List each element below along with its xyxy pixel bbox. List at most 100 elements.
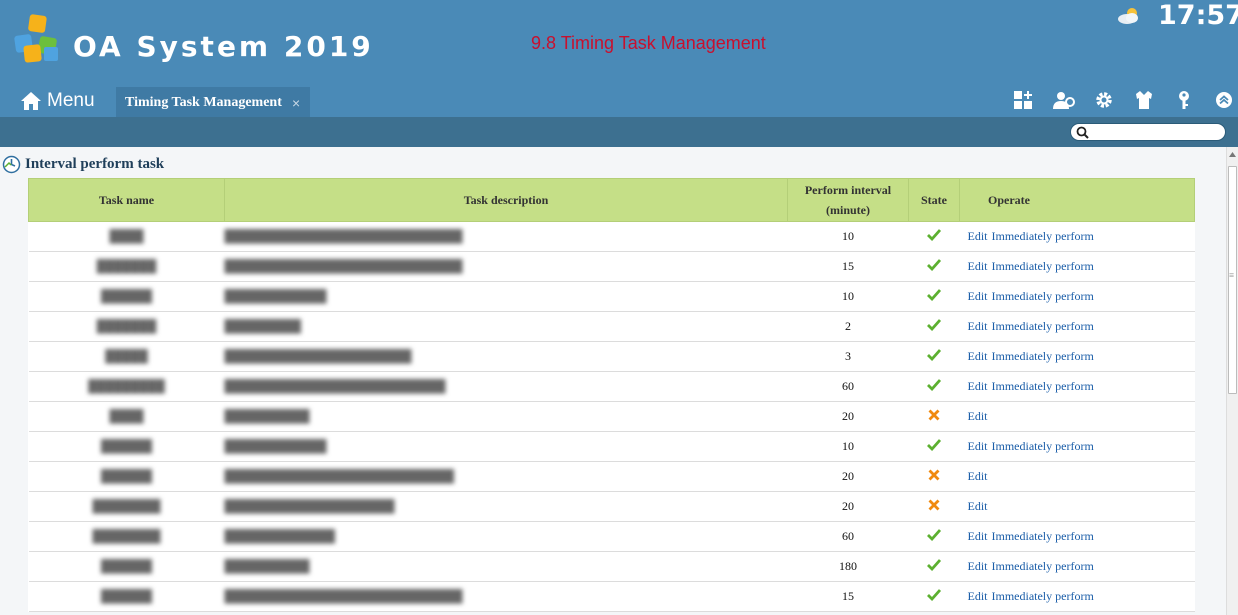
operate-cell: Edit Immediately perform (959, 371, 1195, 402)
perform-interval: 10 (787, 221, 909, 252)
state-cell (908, 461, 960, 492)
table-row: ██████ ████████████ 10 Edit Immediately perf… (28, 281, 1195, 312)
check-icon (927, 318, 942, 331)
column-header-perform-interval[interactable]: Perform interval (minute) (787, 178, 909, 222)
immediately-perform-link[interactable]: Immediately perform (992, 349, 1094, 363)
task-description-cell: ██████████ (224, 401, 788, 432)
section-header: Interval perform task (2, 155, 164, 174)
edit-link[interactable]: Edit (968, 469, 988, 483)
task-name-cell: █████ (28, 341, 225, 372)
table-header-row: Task name Task description Perform inter… (28, 178, 1195, 222)
scrollbar-thumb[interactable] (1228, 166, 1237, 394)
immediately-perform-link[interactable]: Immediately perform (992, 259, 1094, 273)
task-name: █████ (105, 349, 148, 363)
close-tab-icon[interactable]: × (292, 87, 300, 119)
operate-cell: Edit Immediately perform (959, 251, 1195, 282)
edit-link[interactable]: Edit (968, 289, 988, 303)
task-description: ████████████████████████████ (224, 259, 463, 273)
immediately-perform-link[interactable]: Immediately perform (992, 229, 1094, 243)
search-input[interactable] (1093, 125, 1221, 139)
task-description: ████████████████████████████ (224, 589, 463, 603)
task-description: ████████████ (224, 289, 327, 303)
collapse-up-icon[interactable] (1210, 88, 1237, 112)
task-name-cell: ███████ (28, 251, 225, 282)
immediately-perform-link[interactable]: Immediately perform (992, 439, 1094, 453)
edit-link[interactable]: Edit (968, 379, 988, 393)
state-cell (908, 431, 960, 462)
check-icon (927, 288, 942, 301)
immediately-perform-link[interactable]: Immediately perform (992, 589, 1094, 603)
edit-link[interactable]: Edit (968, 319, 988, 333)
table-row: █████████ ██████████████████████████ 60 Edi… (28, 371, 1195, 402)
task-description: ██████████████████████ (224, 349, 412, 363)
edit-link[interactable]: Edit (968, 259, 988, 273)
task-name-cell: ████████ (28, 521, 225, 552)
edit-link[interactable]: Edit (968, 499, 988, 513)
task-description: ████████████ (224, 439, 327, 453)
state-cell (908, 221, 960, 252)
immediately-perform-link[interactable]: Immediately perform (992, 289, 1094, 303)
tab-timing-task-management[interactable]: Timing Task Management × (116, 87, 310, 117)
search-icon (1076, 126, 1089, 139)
table-row: ██████ ██████████ 180 Edit Immediately perfo… (28, 551, 1195, 582)
menu-button[interactable]: Menu (20, 87, 95, 115)
task-description-cell: ████████████████████████████ (224, 221, 788, 252)
shirt-icon[interactable] (1130, 88, 1157, 112)
search-box[interactable] (1070, 123, 1226, 141)
add-module-icon[interactable] (1010, 88, 1037, 112)
state-cell (908, 491, 960, 522)
app-logo-icon (14, 13, 62, 65)
key-icon[interactable] (1170, 88, 1197, 112)
column-header-task-name[interactable]: Task name (28, 178, 225, 222)
task-description: ███████████████████████████ (224, 469, 455, 483)
task-description-cell: ████████████████████████████ (224, 581, 788, 612)
task-description-cell: ████████████████████████████ (224, 251, 788, 282)
user-settings-icon[interactable] (1050, 88, 1077, 112)
operate-cell: Edit Immediately perform (959, 551, 1195, 582)
immediately-perform-link[interactable]: Immediately perform (992, 379, 1094, 393)
edit-link[interactable]: Edit (968, 529, 988, 543)
column-header-operate[interactable]: Operate (959, 178, 1195, 222)
edit-link[interactable]: Edit (968, 409, 988, 423)
check-icon (927, 438, 942, 451)
edit-link[interactable]: Edit (968, 589, 988, 603)
cross-icon (928, 409, 940, 420)
operate-cell: Edit Immediately perform (959, 281, 1195, 312)
search-bar (0, 117, 1238, 147)
task-description: ████████████████████ (224, 499, 395, 513)
task-table: Task name Task description Perform inter… (28, 178, 1195, 612)
main-content: Interval perform task Task name Task des… (0, 147, 1226, 615)
immediately-perform-link[interactable]: Immediately perform (992, 529, 1094, 543)
gear-icon[interactable] (1090, 88, 1117, 112)
task-name: ██████ (100, 589, 152, 603)
column-header-state[interactable]: State (908, 178, 960, 222)
perform-interval: 10 (787, 281, 909, 312)
check-icon (927, 378, 942, 391)
column-header-task-description[interactable]: Task description (224, 178, 788, 222)
operate-cell: Edit Immediately perform (959, 341, 1195, 372)
task-description-cell: █████████ (224, 311, 788, 342)
perform-interval: 15 (787, 251, 909, 282)
task-description-cell: ██████████████████████ (224, 341, 788, 372)
edit-link[interactable]: Edit (968, 229, 988, 243)
operate-cell: Edit Immediately perform (959, 431, 1195, 462)
nav-bar: Menu Timing Task Management × (0, 87, 1238, 117)
table-row: █████ ██████████████████████ 3 Edit Immediat… (28, 341, 1195, 372)
scroll-up-arrow-icon[interactable] (1227, 147, 1238, 161)
task-name-cell: ██████ (28, 551, 225, 582)
immediately-perform-link[interactable]: Immediately perform (992, 559, 1094, 573)
edit-link[interactable]: Edit (968, 439, 988, 453)
state-cell (908, 251, 960, 282)
immediately-perform-link[interactable]: Immediately perform (992, 319, 1094, 333)
perform-interval: 10 (787, 431, 909, 462)
perform-interval: 20 (787, 491, 909, 522)
edit-link[interactable]: Edit (968, 349, 988, 363)
check-icon (927, 258, 942, 271)
task-description: █████████████ (224, 529, 336, 543)
edit-link[interactable]: Edit (968, 559, 988, 573)
task-name: ███████ (96, 259, 157, 273)
clock-icon (2, 155, 21, 174)
task-name-cell: ██████ (28, 581, 225, 612)
table-row: ██████ ████████████████████████████ 15 Edit… (28, 581, 1195, 612)
vertical-scrollbar[interactable] (1226, 147, 1238, 615)
